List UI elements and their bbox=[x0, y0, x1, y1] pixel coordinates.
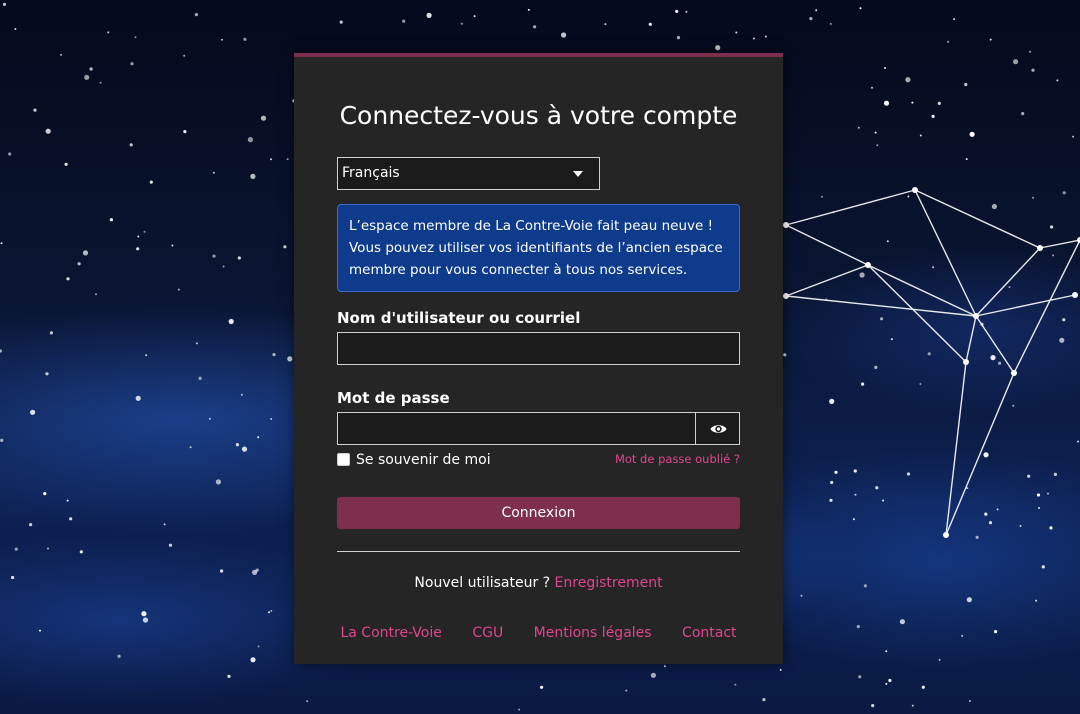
language-select[interactable]: Français bbox=[337, 157, 600, 190]
eye-icon bbox=[710, 425, 727, 433]
login-card: Connectez-vous à votre compte Français L… bbox=[294, 53, 783, 664]
remember-me-label: Se souvenir de moi bbox=[356, 452, 491, 468]
footer-link-mentions-legales[interactable]: Mentions légales bbox=[534, 625, 652, 641]
info-notice: L’espace membre de La Contre-Voie fait p… bbox=[337, 204, 740, 292]
show-password-button[interactable] bbox=[695, 412, 740, 445]
register-prompt-text: Nouvel utilisateur ? bbox=[414, 575, 551, 591]
divider bbox=[337, 551, 740, 552]
login-button[interactable]: Connexion bbox=[337, 497, 740, 529]
username-label: Nom d'utilisateur ou courriel bbox=[337, 309, 581, 327]
footer-link-cgu[interactable]: CGU bbox=[472, 625, 503, 641]
chevron-down-icon bbox=[573, 171, 583, 177]
remember-me-checkbox[interactable] bbox=[337, 452, 350, 466]
notice-line: membre pour vous connecter à tous nos se… bbox=[349, 262, 688, 278]
notice-line: L’espace membre de La Contre-Voie fait p… bbox=[349, 218, 714, 234]
username-input[interactable] bbox=[337, 332, 740, 365]
register-prompt: Nouvel utilisateur ? Enregistrement bbox=[294, 575, 783, 591]
language-select-value: Français bbox=[342, 165, 400, 181]
password-label: Mot de passe bbox=[337, 389, 450, 407]
remember-me[interactable]: Se souvenir de moi bbox=[337, 450, 491, 470]
notice-line: Vous pouvez utiliser vos identifiants de… bbox=[349, 240, 723, 256]
footer-link-contact[interactable]: Contact bbox=[682, 625, 736, 641]
forgot-password-link[interactable]: Mot de passe oublié ? bbox=[615, 452, 740, 466]
footer-links: La Contre-Voie CGU Mentions légales Cont… bbox=[294, 625, 783, 641]
footer-link-la-contre-voie[interactable]: La Contre-Voie bbox=[340, 625, 441, 641]
password-input[interactable] bbox=[337, 412, 696, 445]
page-title: Connectez-vous à votre compte bbox=[339, 101, 738, 130]
register-link[interactable]: Enregistrement bbox=[555, 575, 663, 591]
